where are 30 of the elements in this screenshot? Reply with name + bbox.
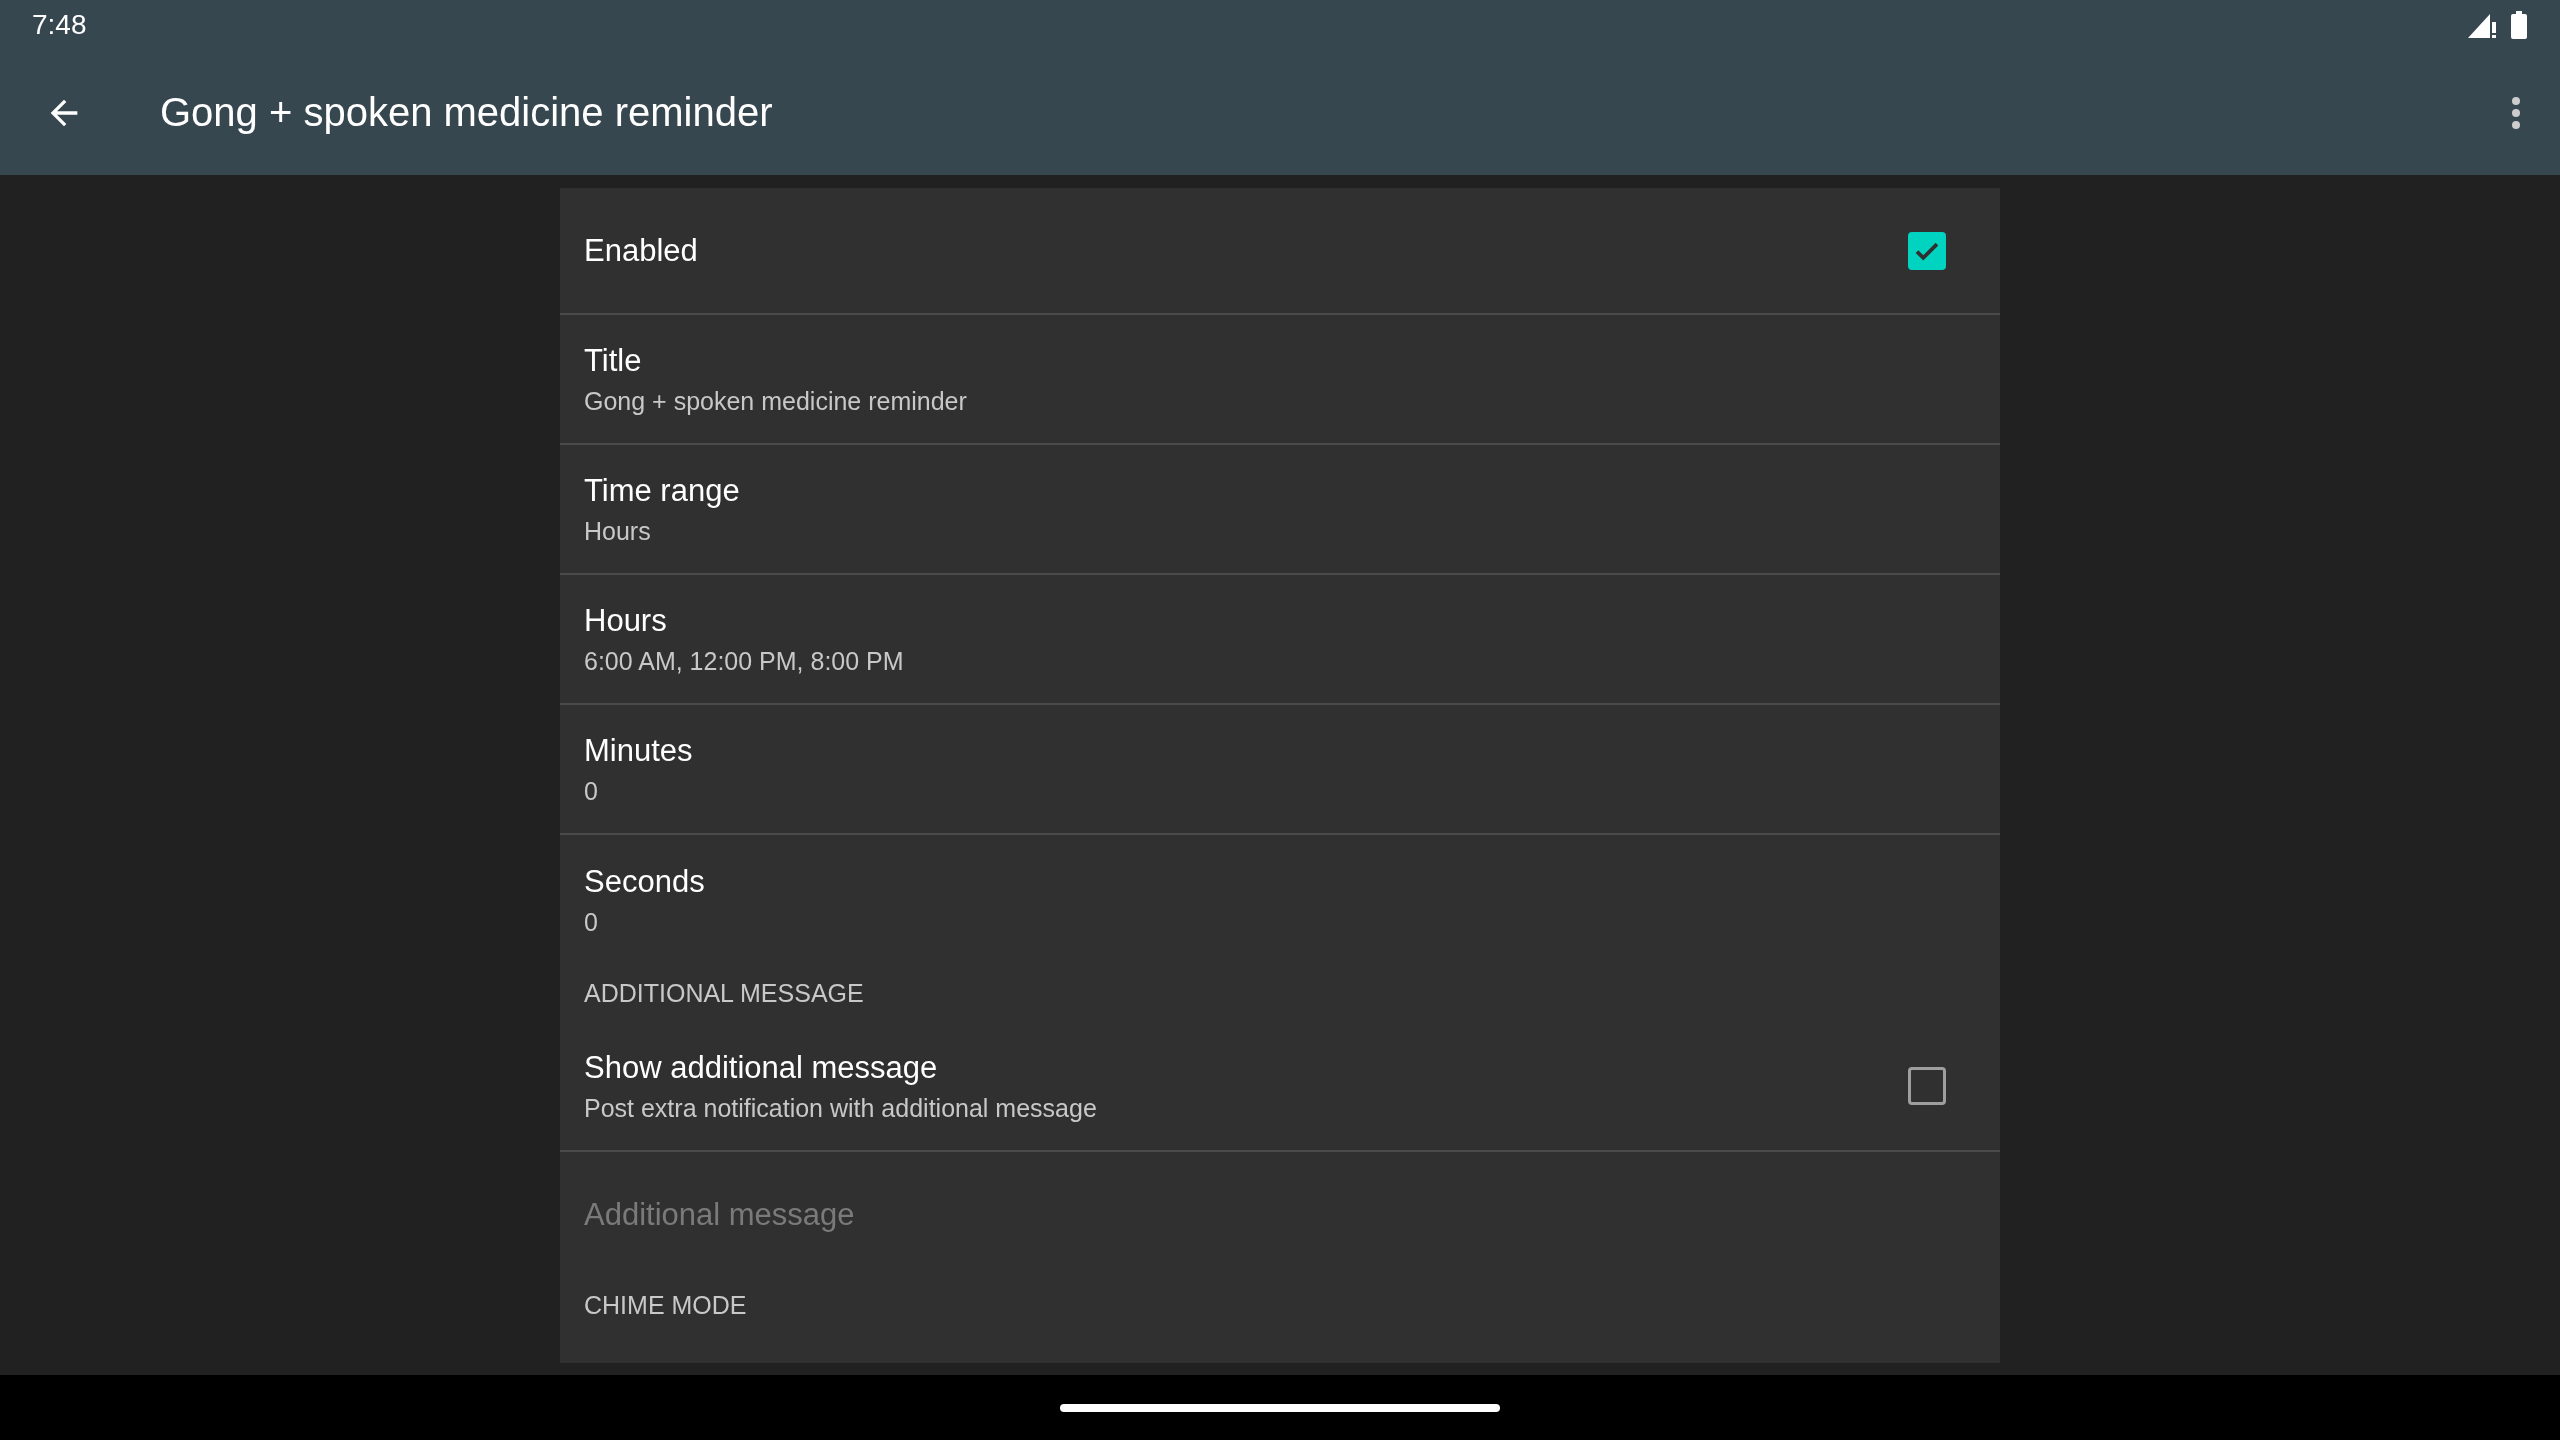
preference-row[interactable]: Hours 6:00 AM, 12:00 PM, 8:00 PM — [560, 575, 2000, 705]
status-time: 7:48 — [32, 9, 87, 41]
preference-row[interactable]: Title Gong + spoken medicine reminder — [560, 315, 2000, 445]
preference-row[interactable]: Seconds 0 — [560, 835, 2000, 965]
preference-summary: 0 — [584, 907, 599, 937]
preference-summary: Post extra notification with additional message — [584, 1093, 1098, 1123]
preference-title: Seconds — [584, 863, 706, 900]
section-header: CHIME MODE — [583, 1290, 748, 1321]
preference-summary: 0 — [584, 776, 599, 806]
preference-row[interactable]: Show additional message Post extra notification with additional message — [560, 1022, 2000, 1152]
preference-title: Additional message — [584, 1196, 856, 1233]
screen-title: Gong + spoken medicine reminder — [160, 90, 774, 135]
preference-title: Hours — [584, 602, 668, 639]
preference-summary: Hours — [584, 516, 652, 546]
checkbox[interactable] — [1908, 231, 1946, 270]
preference-title: Show additional message — [584, 1049, 939, 1086]
preference-row[interactable]: Time range Hours — [560, 445, 2000, 575]
preference-title: Enabled — [584, 232, 699, 269]
preference-row[interactable]: Enabled — [560, 188, 2000, 315]
preference-title: Minutes — [584, 732, 694, 769]
home-handle[interactable] — [1060, 1403, 1500, 1412]
preference-title: Title — [584, 342, 643, 379]
checkbox[interactable] — [1908, 1067, 1946, 1105]
preference-summary: 6:00 AM, 12:00 PM, 8:00 PM — [584, 646, 905, 676]
section-header: ADDITIONAL MESSAGE — [583, 978, 865, 1009]
preference-title: Time range — [584, 472, 741, 509]
preference-summary: Gong + spoken medicine reminder — [584, 386, 968, 416]
battery-icon — [2510, 11, 2528, 39]
signal-icon — [2468, 12, 2498, 38]
preference-row[interactable]: Minutes 0 — [560, 705, 2000, 835]
